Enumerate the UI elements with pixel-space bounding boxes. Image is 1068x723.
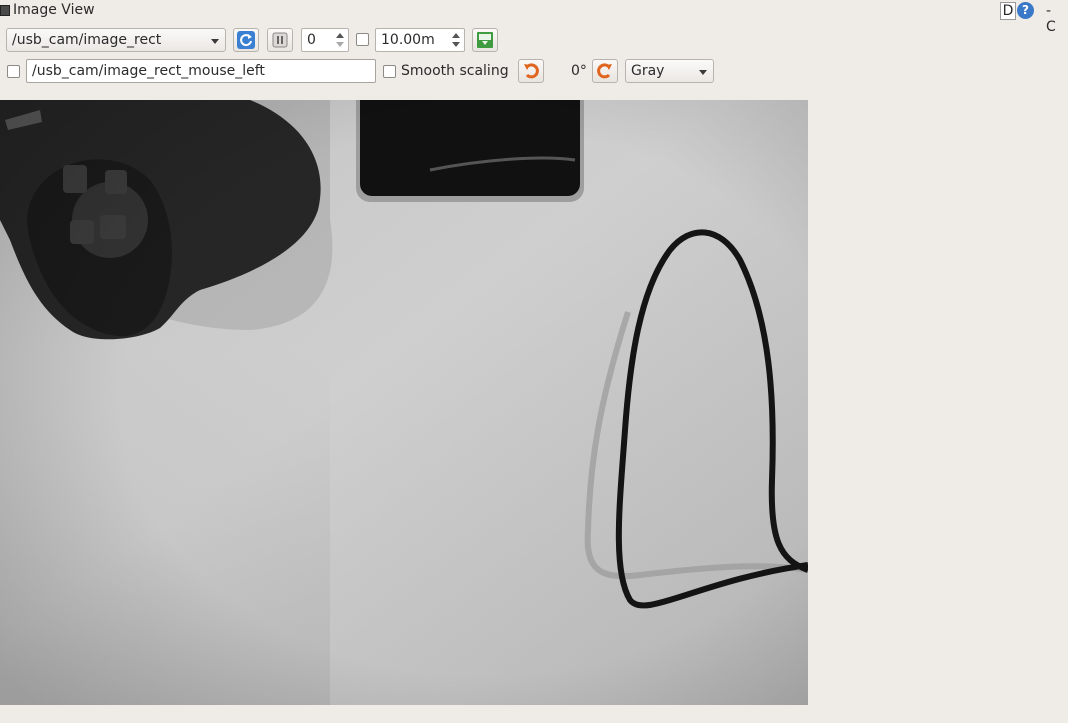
mouse-topic-value: /usb_cam/image_rect_mouse_left bbox=[32, 63, 265, 79]
spin-up-icon[interactable] bbox=[452, 33, 460, 38]
duration-value: 10.00m bbox=[381, 32, 435, 48]
color-scheme-value: Gray bbox=[631, 63, 665, 79]
pause-icon bbox=[272, 32, 288, 48]
camera-image[interactable] bbox=[0, 100, 808, 705]
spin-down-icon[interactable] bbox=[452, 42, 460, 47]
refresh-icon bbox=[237, 31, 255, 49]
refresh-button[interactable] bbox=[233, 28, 259, 52]
save-button[interactable] bbox=[472, 28, 498, 52]
topic-select[interactable]: /usb_cam/image_rect bbox=[6, 28, 226, 52]
camera-image-content bbox=[0, 100, 808, 705]
rotation-label: 0° bbox=[571, 63, 587, 79]
publish-mouse-checkbox[interactable] bbox=[7, 65, 20, 78]
window-controls-text[interactable]: - C bbox=[1046, 3, 1068, 35]
spin-down-icon[interactable] bbox=[336, 42, 344, 47]
topic-select-value: /usb_cam/image_rect bbox=[12, 32, 162, 48]
duration-checkbox[interactable] bbox=[356, 33, 369, 46]
help-icon[interactable]: ? bbox=[1017, 2, 1034, 19]
pause-button[interactable] bbox=[267, 28, 293, 52]
chevron-down-icon bbox=[699, 70, 707, 75]
rotate-right-button[interactable] bbox=[592, 59, 618, 83]
rotate-left-icon bbox=[524, 63, 539, 79]
spin-up-icon[interactable] bbox=[336, 33, 344, 38]
duration-spinbox[interactable]: 10.00m bbox=[375, 28, 465, 52]
color-scheme-select[interactable]: Gray bbox=[625, 59, 714, 83]
smooth-scaling-label: Smooth scaling bbox=[401, 63, 509, 79]
chevron-down-icon bbox=[211, 39, 219, 44]
window-icon bbox=[0, 5, 10, 16]
mouse-topic-input[interactable]: /usb_cam/image_rect_mouse_left bbox=[26, 59, 376, 83]
rotate-right-icon bbox=[597, 63, 612, 79]
num-gridlines-spinbox[interactable]: 0 bbox=[301, 28, 349, 52]
title-bar: Image View D ? - C bbox=[0, 0, 1068, 35]
save-icon bbox=[477, 32, 493, 48]
dock-button[interactable]: D bbox=[1000, 2, 1016, 20]
num-gridlines-value: 0 bbox=[307, 32, 316, 48]
window-title: Image View bbox=[13, 2, 95, 18]
rotate-left-button[interactable] bbox=[518, 59, 544, 83]
smooth-scaling-checkbox[interactable] bbox=[383, 65, 396, 78]
